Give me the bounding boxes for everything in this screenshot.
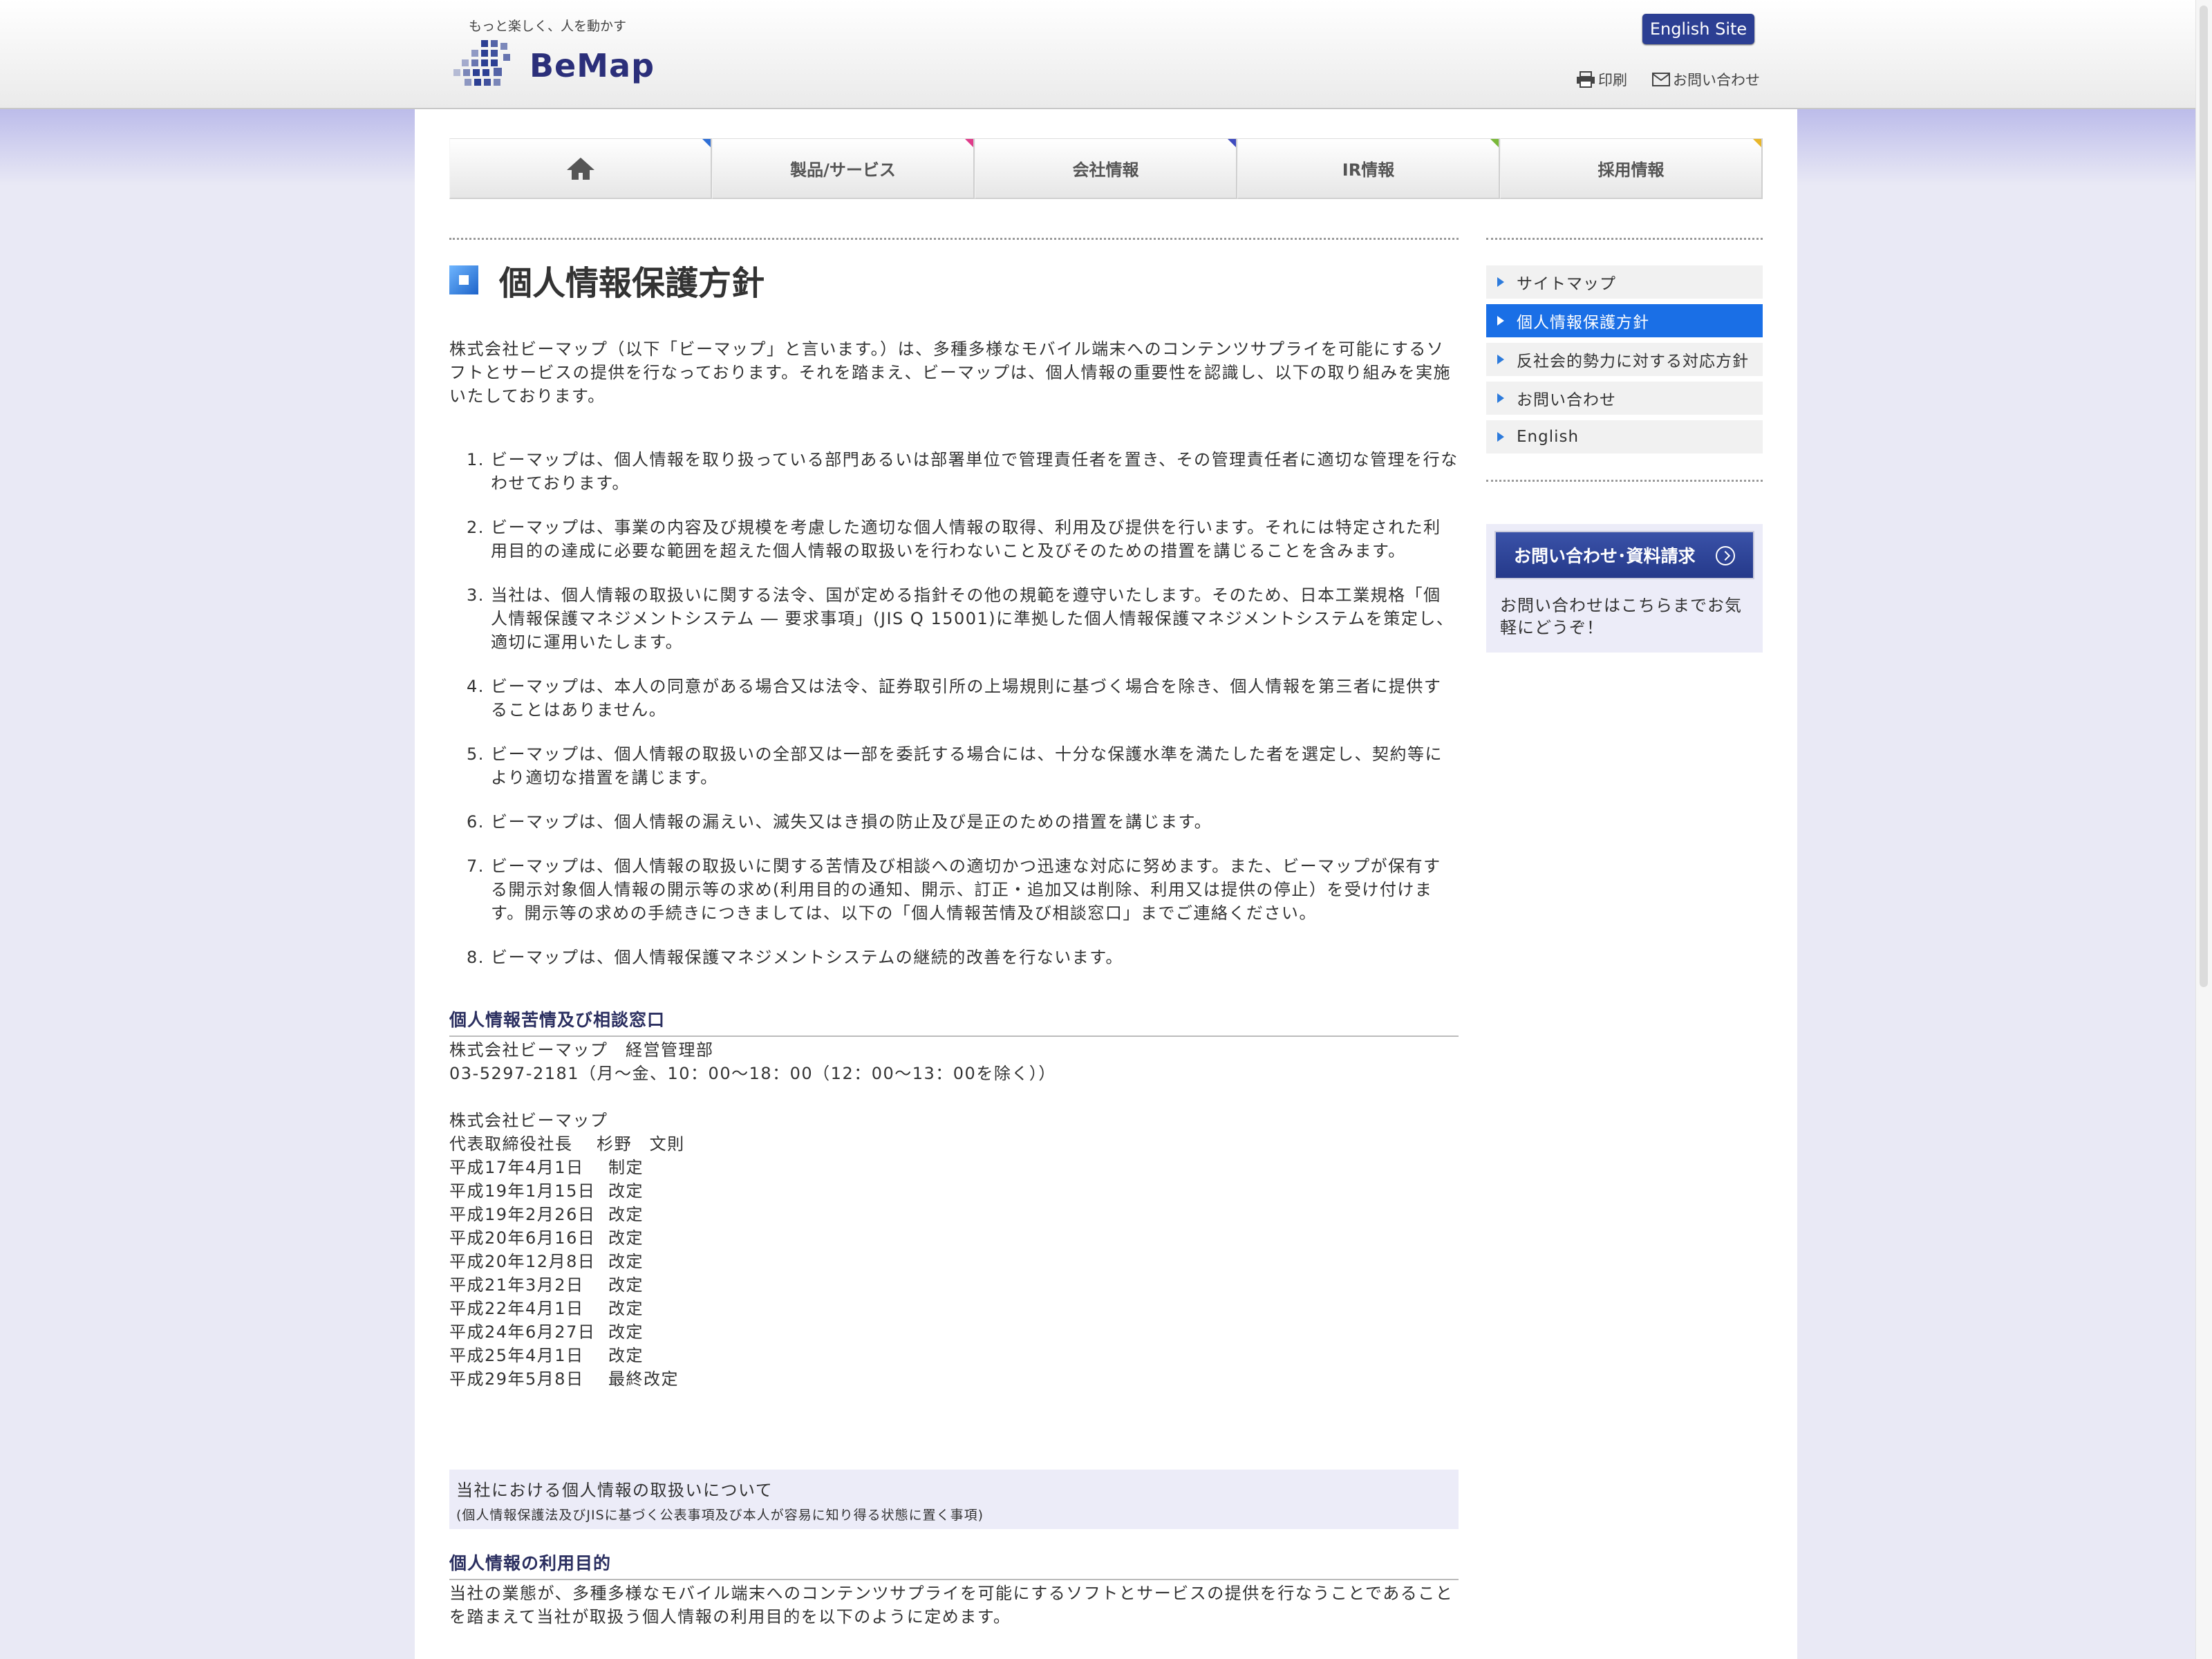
purpose-heading: 個人情報の利用目的 <box>449 1550 1459 1580</box>
nav-corner-accent <box>965 139 973 147</box>
nav-corner-accent <box>702 139 711 147</box>
notice-box: 当社における個人情報の取扱いについて (個人情報保護法及びJISに基づく公表事項… <box>449 1470 1459 1529</box>
purpose-text: 当社の業態が、多種多様なモバイル端末へのコンテンツサプライを可能にするソフトとサ… <box>449 1584 1454 1627</box>
contact-request-label: お問い合わせ･資料請求 <box>1514 546 1696 566</box>
complaint-company: 株式会社ビーマップ 経営管理部 <box>449 1040 714 1060</box>
complaint-heading: 個人情報苦情及び相談窓口 <box>449 1006 1459 1037</box>
policy-item: ビーマップは、本人の同意がある場合又は法令、証券取引所の上場規則に基づく場合を除… <box>491 675 1459 722</box>
sidebar-divider <box>1486 238 1763 240</box>
nav-home[interactable] <box>449 138 712 199</box>
policy-item: ビーマップは、個人情報保護マネジメントシステムの継続的改善を行ないます。 <box>491 946 1459 969</box>
signature-company: 株式会社ビーマップ <box>449 1111 608 1130</box>
contact-box: お問い合わせ･資料請求 お問い合わせはこちらまでお気軽にどうぞ！ <box>1486 524 1763 653</box>
sidebar-divider <box>1486 480 1763 482</box>
arrow-right-icon <box>1497 432 1504 442</box>
title-square-icon <box>449 265 478 294</box>
history-row: 平成21年3月2日 改定 <box>449 1275 644 1295</box>
nav-corner-accent <box>1753 139 1761 147</box>
tagline: もっと楽しく、人を動かす <box>469 19 627 34</box>
notice-subtitle: (個人情報保護法及びJISに基づく公表事項及び本人が容易に知り得る状態に置く事項… <box>456 1508 984 1523</box>
policy-item: ビーマップは、事業の内容及び規模を考慮した適切な個人情報の取得、利用及び提供を行… <box>491 516 1459 563</box>
content-divider <box>449 238 1459 240</box>
complaint-phone: 03-5297-2181（月～金、10：00～18：00（12：00～13：00… <box>449 1064 1056 1083</box>
printer-icon <box>1577 71 1595 88</box>
history-row: 平成20年12月8日 改定 <box>449 1252 644 1271</box>
arrow-right-icon <box>1497 355 1504 364</box>
nav-products[interactable]: 製品/サービス <box>712 138 975 199</box>
page-container: 製品/サービス 会社情報 IR情報 採用情報 個人情報保護方針 株式会社ビーマッ… <box>415 109 1797 1659</box>
site-header: もっと楽しく、人を動かす BeMap English Site 印刷 お問い合わ… <box>0 0 2212 109</box>
header-contact-label: お問い合わせ <box>1673 72 1760 88</box>
history-row: 平成19年2月26日 改定 <box>449 1205 644 1224</box>
page-title: 個人情報保護方針 <box>449 256 765 304</box>
scrollbar[interactable] <box>2195 0 2212 1659</box>
intro-paragraph: 株式会社ビーマップ（以下「ビーマップ」と言います。）は、多種多様なモバイル端末へ… <box>449 339 1452 406</box>
nav-label: 製品/サービス <box>790 160 896 180</box>
nav-corner-accent <box>1490 139 1499 147</box>
history-row: 平成29年5月8日 最終改定 <box>449 1369 679 1389</box>
nav-corner-accent <box>1228 139 1236 147</box>
policy-item: ビーマップは、個人情報の漏えい、滅失又はき損の防止及び是正のための措置を講じます… <box>491 810 1459 834</box>
sidebar-item-privacy[interactable]: 個人情報保護方針 <box>1486 304 1763 337</box>
arrow-right-icon <box>1497 277 1504 287</box>
scrollbar-thumb[interactable] <box>2200 6 2208 987</box>
page-title-text: 個人情報保護方針 <box>499 264 765 303</box>
notice-title: 当社における個人情報の取扱いについて <box>456 1481 774 1500</box>
sidebar-nav: サイトマップ 個人情報保護方針 反社会的勢力に対する対応方針 お問い合わせ En… <box>1486 265 1763 459</box>
english-site-button[interactable]: English Site <box>1642 14 1754 44</box>
nav-label: 会社情報 <box>1072 160 1139 180</box>
nav-company[interactable]: 会社情報 <box>975 138 1237 199</box>
policy-list: ビーマップは、個人情報を取り扱っている部門あるいは部署単位で管理責任者を置き、そ… <box>449 448 1459 990</box>
global-nav: 製品/サービス 会社情報 IR情報 採用情報 <box>449 138 1763 200</box>
policy-item: ビーマップは、個人情報を取り扱っている部門あるいは部署単位で管理責任者を置き、そ… <box>491 448 1459 495</box>
sidebar-item-antisocial[interactable]: 反社会的勢力に対する対応方針 <box>1486 343 1763 376</box>
sidebar-item-sitemap[interactable]: サイトマップ <box>1486 265 1763 299</box>
nav-label: 採用情報 <box>1597 160 1665 180</box>
contact-note: お問い合わせはこちらまでお気軽にどうぞ！ <box>1500 596 1742 637</box>
envelope-icon <box>1652 73 1670 86</box>
nav-ir[interactable]: IR情報 <box>1237 138 1500 199</box>
policy-item: 当社は、個人情報の取扱いに関する法令、国が定める指針その他の規範を遵守いたします… <box>491 583 1459 654</box>
history-row: 平成25年4月1日 改定 <box>449 1346 644 1365</box>
logo-mark-icon <box>453 40 510 86</box>
policy-item: ビーマップは、個人情報の取扱いの全部又は一部を委託する場合には、十分な保護水準を… <box>491 742 1459 789</box>
history-row: 平成24年6月27日 改定 <box>449 1322 644 1342</box>
nav-recruit[interactable]: 採用情報 <box>1500 138 1763 199</box>
sidebar-item-english[interactable]: English <box>1486 420 1763 453</box>
history-row: 平成19年1月15日 改定 <box>449 1181 644 1201</box>
signature-person: 代表取締役社長 杉野 文則 <box>449 1134 685 1154</box>
sidebar-item-contact[interactable]: お問い合わせ <box>1486 382 1763 415</box>
history-row: 平成22年4月1日 改定 <box>449 1299 644 1318</box>
arrow-right-icon <box>1497 316 1504 326</box>
logo-wordmark: BeMap <box>529 47 655 84</box>
policy-item: ビーマップは、個人情報の取扱いに関する苦情及び相談への適切かつ迅速な対応に努めま… <box>491 854 1459 925</box>
header-contact-link[interactable]: お問い合わせ <box>1652 69 1760 90</box>
history-row: 平成20年6月16日 改定 <box>449 1228 644 1248</box>
history-row: 平成17年4月1日 制定 <box>449 1158 644 1177</box>
print-label: 印刷 <box>1598 72 1627 88</box>
nav-label: IR情報 <box>1342 160 1395 180</box>
contact-request-button[interactable]: お問い合わせ･資料請求 <box>1494 531 1754 579</box>
circle-arrow-icon <box>1716 546 1735 565</box>
complaint-contact: 株式会社ビーマップ 経営管理部 03-5297-2181（月～金、10：00～1… <box>449 1038 1056 1391</box>
print-link[interactable]: 印刷 <box>1576 69 1627 90</box>
arrow-right-icon <box>1497 393 1504 403</box>
home-icon <box>566 157 594 180</box>
bemap-logo[interactable]: BeMap <box>453 39 655 93</box>
